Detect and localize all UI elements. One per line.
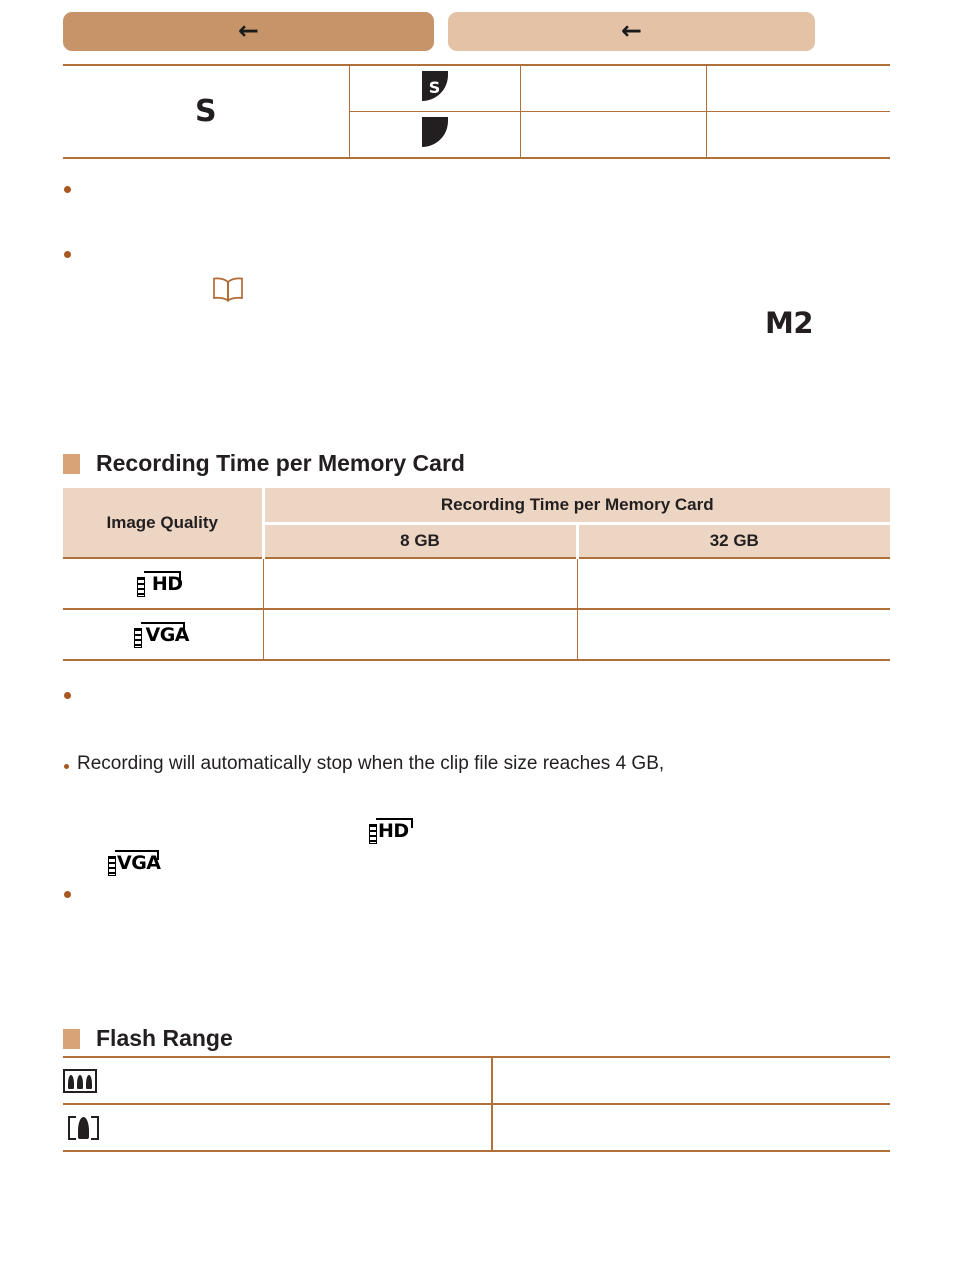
table-row <box>63 1104 890 1152</box>
recording-time-8gb-cell <box>262 609 577 661</box>
quality-icon-cell <box>348 111 520 159</box>
movie-quality-vga-icon: VGA <box>108 849 166 877</box>
section-marker-icon <box>63 453 83 474</box>
section-heading-text: Recording Time per Memory Card <box>96 450 465 476</box>
section-marker-icon <box>63 1028 83 1049</box>
telephoto-zoom-icon <box>63 1115 103 1141</box>
section-heading-text: Flash Range <box>96 1025 233 1051</box>
note-bullet <box>64 251 71 258</box>
zoom-position-cell <box>63 1056 492 1105</box>
flash-range-value-cell <box>491 1104 890 1152</box>
movie-quality-cell: VGA <box>63 609 263 661</box>
recording-time-32gb-cell <box>576 557 891 610</box>
quality-value-cell <box>705 111 890 159</box>
note-text: Recording will automatically stop when t… <box>77 753 665 774</box>
column-header-32gb: 32 GB <box>577 523 891 558</box>
previous-page-button[interactable]: ← <box>63 12 434 51</box>
tree-shape <box>68 1074 74 1089</box>
movie-quality-cell: HD <box>63 557 263 610</box>
tree-shape <box>77 1116 89 1139</box>
bracket-left <box>67 1115 76 1140</box>
table-header-row: Image Quality Recording Time per Memory … <box>63 488 891 558</box>
recording-time-8gb-cell <box>262 557 577 610</box>
table-row: HD <box>63 557 891 610</box>
movie-quality-hd-icon: HD <box>136 570 189 598</box>
fine-compression-s-icon: S <box>421 71 448 101</box>
flash-range-value-cell <box>491 1056 890 1105</box>
table-row: S S <box>63 64 890 159</box>
tree-shape <box>86 1074 92 1089</box>
recording-time-table: Image Quality Recording Time per Memory … <box>63 488 891 661</box>
column-header-recording-time: Recording Time per Memory Card <box>263 488 891 525</box>
wide-angle-zoom-icon <box>63 1068 97 1093</box>
quality-row-label: S <box>63 64 349 159</box>
recording-time-32gb-cell <box>576 609 891 661</box>
recording-time-heading: Recording Time per Memory Card <box>63 450 465 477</box>
zoom-position-cell <box>63 1104 492 1152</box>
flash-range-table <box>63 1056 890 1152</box>
quality-value-cell <box>705 64 890 112</box>
quality-value-cell <box>519 111 706 159</box>
table-row <box>63 1056 890 1105</box>
movie-quality-hd-icon: HD <box>369 817 421 845</box>
left-arrow-icon: ← <box>621 16 642 45</box>
fan-icon-letter: S <box>428 77 441 97</box>
column-header-8gb: 8 GB <box>263 523 579 558</box>
column-header-image-quality: Image Quality <box>63 488 265 558</box>
open-book-icon <box>213 277 243 302</box>
tree-shape <box>77 1074 83 1089</box>
table-row: VGA <box>63 609 891 661</box>
note-bullet <box>64 692 71 699</box>
note-bullet <box>64 186 71 193</box>
top-navigation-bar: ← ← <box>63 12 893 52</box>
bracket-right <box>90 1115 99 1140</box>
left-arrow-icon: ← <box>238 16 259 45</box>
normal-compression-icon <box>421 117 448 147</box>
flash-range-heading: Flash Range <box>63 1025 233 1052</box>
next-page-button[interactable]: ← <box>448 12 815 51</box>
quality-value-cell <box>519 64 706 112</box>
quality-icon-cell: S <box>348 64 520 112</box>
image-size-token: M2 <box>765 306 814 340</box>
movie-quality-vga-icon: VGA <box>133 621 192 649</box>
note-bullet <box>64 764 69 769</box>
note-bullet <box>64 891 71 898</box>
image-quality-table: S S <box>63 64 890 159</box>
